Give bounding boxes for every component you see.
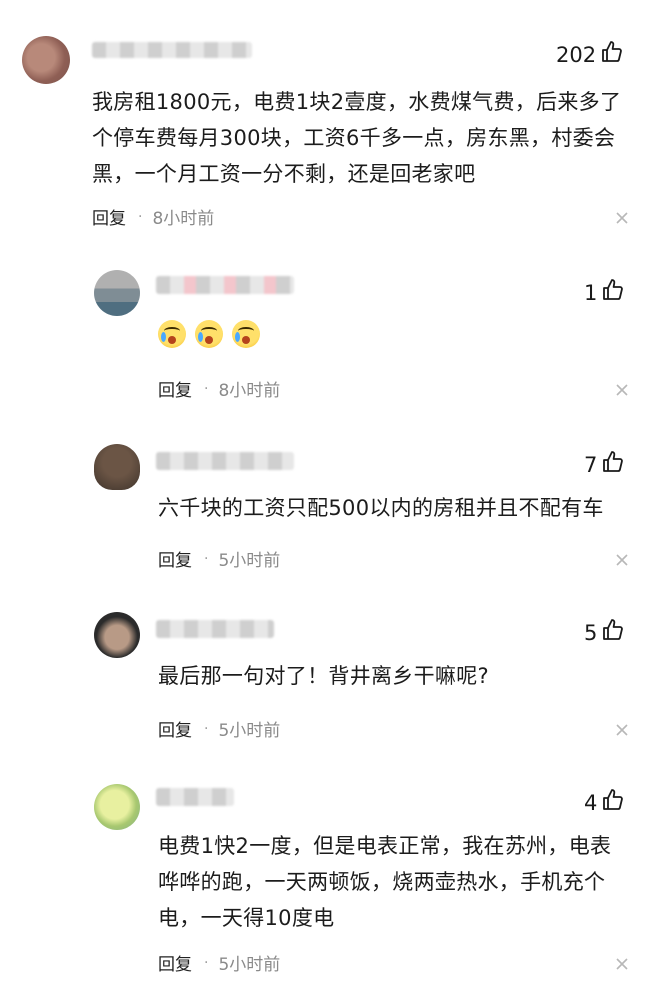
comment-meta: 回复 · 5小时前 xyxy=(158,950,281,976)
username-blurred[interactable] xyxy=(156,452,294,470)
like-button[interactable]: 4 xyxy=(584,788,625,817)
comment-time: 8小时前 xyxy=(152,209,215,229)
thumbs-up-icon xyxy=(601,788,625,817)
separator-dot: · xyxy=(204,954,209,971)
comment-time: 5小时前 xyxy=(218,551,281,571)
separator-dot: · xyxy=(204,550,209,567)
thumbs-up-icon xyxy=(601,618,625,647)
crying-face-emoji xyxy=(195,320,224,348)
like-count: 7 xyxy=(584,452,598,477)
comment-time: 5小时前 xyxy=(218,955,281,975)
comment-item: 4 电费1快2一度，但是电表正常，我在苏州，电表哗哗的跑，一天两顿饭，烧两壶热水… xyxy=(0,760,660,1004)
comment-time: 5小时前 xyxy=(218,721,281,741)
separator-dot: · xyxy=(204,380,209,397)
comment-item: 7 六千块的工资只配500以内的房租并且不配有车 回复 · 5小时前 xyxy=(0,420,660,590)
reply-button[interactable]: 回复 xyxy=(158,546,192,571)
reply-button[interactable]: 回复 xyxy=(92,204,126,229)
like-count: 5 xyxy=(584,620,598,645)
comment-meta: 回复 · 5小时前 xyxy=(158,716,281,742)
reply-button[interactable]: 回复 xyxy=(158,376,192,401)
close-icon[interactable] xyxy=(616,958,628,970)
separator-dot: · xyxy=(204,720,209,737)
comment-meta: 回复 · 8小时前 xyxy=(92,204,215,230)
comment-item: 5 最后那一句对了！背井离乡干嘛呢? 回复 · 5小时前 xyxy=(0,590,660,760)
comment-item: 202 我房租1800元，电费1块2壹度，水费煤气费，后来多了个停车费每月300… xyxy=(0,0,660,250)
avatar[interactable] xyxy=(22,36,70,84)
username-blurred[interactable] xyxy=(156,788,234,806)
like-count: 1 xyxy=(584,280,598,305)
emoji-row xyxy=(158,320,264,348)
crying-face-emoji xyxy=(158,320,186,348)
crying-face-emoji xyxy=(232,320,261,348)
close-icon[interactable] xyxy=(616,212,628,224)
close-icon[interactable] xyxy=(616,724,628,736)
avatar[interactable] xyxy=(94,784,140,830)
thumbs-up-icon xyxy=(600,40,624,69)
comment-text: 电费1快2一度，但是电表正常，我在苏州，电表哗哗的跑，一天两顿饭，烧两壶热水，手… xyxy=(158,834,612,930)
comment-text: 我房租1800元，电费1块2壹度，水费煤气费，后来多了个停车费每月300块，工资… xyxy=(92,90,622,186)
reply-button[interactable]: 回复 xyxy=(158,950,192,975)
username-blurred[interactable] xyxy=(92,42,252,58)
like-button[interactable]: 1 xyxy=(584,278,625,307)
like-button[interactable]: 7 xyxy=(584,450,625,479)
username-blurred[interactable] xyxy=(156,620,274,638)
close-icon[interactable] xyxy=(616,554,628,566)
like-button[interactable]: 202 xyxy=(556,40,624,69)
like-count: 202 xyxy=(556,42,597,67)
comment-text: 最后那一句对了！背井离乡干嘛呢? xyxy=(158,664,489,688)
avatar[interactable] xyxy=(94,270,140,316)
comment-meta: 回复 · 8小时前 xyxy=(158,376,281,402)
thumbs-up-icon xyxy=(601,450,625,479)
separator-dot: · xyxy=(138,208,143,225)
avatar[interactable] xyxy=(94,444,140,490)
like-button[interactable]: 5 xyxy=(584,618,625,647)
like-count: 4 xyxy=(584,790,598,815)
comment-meta: 回复 · 5小时前 xyxy=(158,546,281,572)
close-icon[interactable] xyxy=(616,384,628,396)
reply-button[interactable]: 回复 xyxy=(158,716,192,741)
username-blurred[interactable] xyxy=(156,276,294,294)
thumbs-up-icon xyxy=(601,278,625,307)
comment-time: 8小时前 xyxy=(218,381,281,401)
avatar[interactable] xyxy=(94,612,140,658)
comment-item: 1 回复 · 8小时前 xyxy=(0,250,660,420)
comment-text: 六千块的工资只配500以内的房租并且不配有车 xyxy=(158,496,604,520)
